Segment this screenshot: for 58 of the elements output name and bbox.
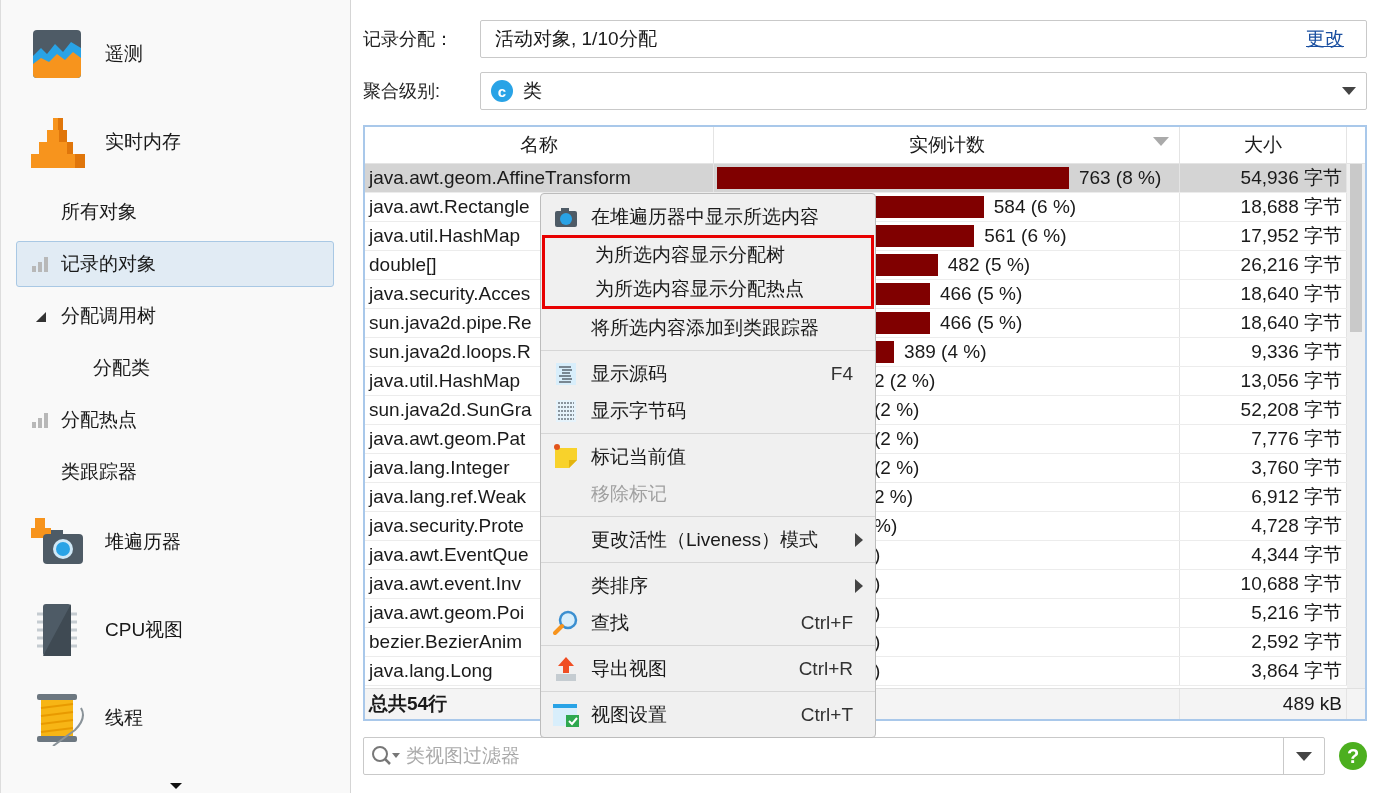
table-cell: 584 (6 %) [993, 196, 1077, 218]
total-size: 489 kB [1180, 689, 1347, 719]
column-header[interactable]: 名称 [365, 127, 714, 163]
sidebar-item[interactable]: 分配调用树 [16, 293, 334, 339]
search-icon [371, 745, 401, 767]
sidebar-label: 类跟踪器 [61, 460, 137, 484]
submenu-arrow-icon [855, 532, 863, 547]
change-link[interactable]: 更改 [1306, 26, 1344, 52]
shortcut-label: Ctrl+R [798, 657, 853, 680]
submenu-arrow-icon [855, 578, 863, 593]
sidebar-label: 线程 [105, 706, 143, 730]
table-cell: 466 (5 %) [939, 312, 1023, 334]
column-header[interactable]: 实例计数 [714, 127, 1180, 163]
shortcut-label: Ctrl+T [800, 703, 853, 726]
export-icon [554, 655, 578, 682]
table-cell: 561 (6 %) [984, 225, 1067, 247]
sidebar-item[interactable]: 堆遍历器 [1, 498, 350, 586]
sidebar-label: 所有对象 [61, 200, 137, 224]
sidebar-item[interactable]: 类跟踪器 [16, 449, 334, 495]
scroll-down-icon[interactable] [169, 783, 182, 789]
search-icon [553, 609, 579, 636]
sidebar-item[interactable]: 分配热点 [16, 397, 334, 443]
scrollbar[interactable] [1347, 164, 1365, 688]
sidebar-label: 分配热点 [61, 408, 137, 432]
sidebar-item[interactable]: 记录的对象 [16, 241, 334, 287]
sidebar-label: 分配调用树 [61, 304, 156, 328]
sidebar-item[interactable]: 线程 [1, 674, 350, 762]
window-check-icon [552, 701, 580, 728]
dropdown-value: 类 [523, 79, 543, 103]
sidebar-item[interactable]: 分配类 [16, 345, 334, 391]
document-icon [554, 361, 578, 386]
table-cell: 763 (8 %) [1078, 167, 1162, 189]
sticky-note-icon [553, 443, 579, 470]
sidebar-label: 堆遍历器 [105, 530, 181, 554]
caret-icon [1342, 87, 1356, 95]
sidebar-label: CPU视图 [105, 618, 184, 642]
sidebar-item[interactable]: 所有对象 [16, 189, 334, 235]
sidebar-item[interactable]: 遥测 [1, 10, 350, 98]
table-cell: 466 (5 %) [939, 283, 1023, 305]
binary-icon [554, 398, 578, 423]
sidebar-item[interactable]: 实时内存 [1, 98, 350, 186]
sidebar-item[interactable]: CPU视图 [1, 586, 350, 674]
sidebar-label: 分配类 [93, 356, 150, 380]
sidebar-label: 记录的对象 [61, 252, 156, 276]
table-cell: 389 (4 %) [904, 341, 987, 363]
table-cell: java.awt.geom.AffineTransform [365, 164, 714, 192]
table-row[interactable]: java.awt.geom.AffineTransform 763 (8 %) 54,936 字节 [365, 164, 1347, 193]
sidebar-label: 实时内存 [105, 130, 181, 154]
field-value: 活动对象, 1/10分配 [495, 27, 658, 51]
expand-triangle-icon[interactable] [34, 310, 46, 322]
aggregation-dropdown[interactable]: c 类 [480, 72, 1367, 110]
sort-arrow-icon [1153, 137, 1169, 146]
field-label: 聚合级别: [363, 80, 441, 103]
class-badge: c [491, 80, 513, 102]
filter-field[interactable]: 类视图过滤器 [363, 737, 1325, 775]
sidebar-label: 遥测 [105, 42, 143, 66]
field-label: 记录分配： [363, 28, 454, 51]
table-cell: 482 (5 %) [947, 254, 1031, 276]
